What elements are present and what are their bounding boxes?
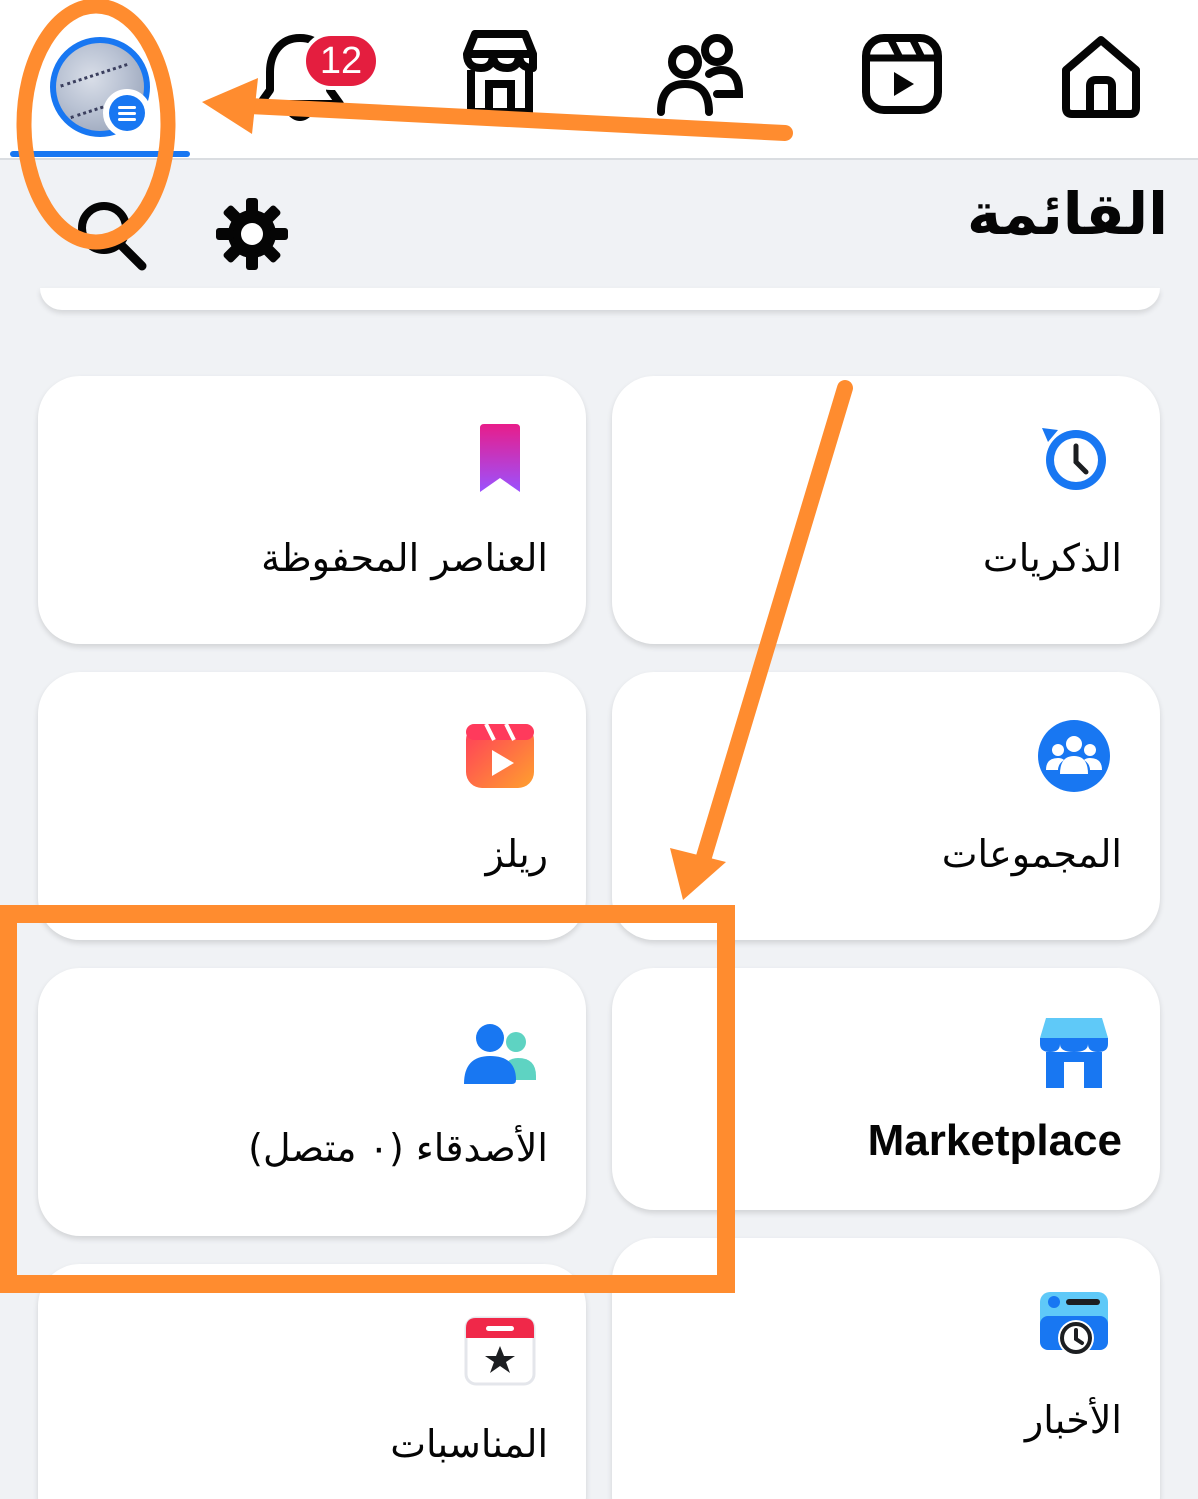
reels-icon xyxy=(466,723,534,788)
card-memories[interactable]: الذكريات xyxy=(612,376,1160,644)
groups-icon xyxy=(1038,720,1110,792)
calendar-star-icon xyxy=(464,1316,536,1386)
friends-icon xyxy=(657,34,744,116)
card-saved-items[interactable]: العناصر المحفوظة xyxy=(38,376,586,644)
facebook-menu-screen: 12 القائمة الذكريات العناصر المحفوظة الم… xyxy=(0,0,1198,1499)
card-label: ريلز xyxy=(485,832,548,876)
notifications-badge: 12 xyxy=(302,32,380,90)
bookmark-icon xyxy=(480,424,520,492)
top-navigation-bar: 12 xyxy=(0,0,1198,160)
card-groups[interactable]: المجموعات xyxy=(612,672,1160,940)
settings-button[interactable] xyxy=(214,196,290,272)
menu-lines-icon xyxy=(103,89,151,137)
shop-icon xyxy=(463,30,537,116)
home-icon xyxy=(1062,36,1140,118)
shortcuts-strip-edge xyxy=(40,288,1160,310)
video-icon xyxy=(862,34,942,114)
card-label: الذكريات xyxy=(982,536,1122,580)
gear-icon xyxy=(216,198,288,270)
card-marketplace[interactable]: Marketplace xyxy=(612,968,1160,1210)
card-reels[interactable]: ريلز xyxy=(38,672,586,940)
card-label: العناصر المحفوظة xyxy=(261,536,548,580)
page-title: القائمة xyxy=(966,180,1168,248)
tab-marketplace[interactable] xyxy=(445,20,595,150)
search-icon xyxy=(78,202,147,271)
card-label: الأخبار xyxy=(1024,1398,1122,1442)
card-feeds[interactable]: الأخبار xyxy=(612,1238,1160,1499)
tab-friends[interactable] xyxy=(645,20,795,150)
friends-icon xyxy=(464,1024,536,1084)
card-friends[interactable]: الأصدقاء (٠ متصل) xyxy=(38,968,586,1236)
memories-clock-icon xyxy=(1042,428,1106,490)
card-label: الأصدقاء (٠ متصل) xyxy=(248,1126,548,1170)
tab-menu[interactable] xyxy=(30,20,180,150)
tab-home[interactable] xyxy=(1046,20,1196,150)
tab-video[interactable] xyxy=(848,20,998,150)
card-label: Marketplace xyxy=(867,1116,1122,1165)
search-button[interactable] xyxy=(72,196,150,274)
card-events[interactable]: المناسبات xyxy=(38,1264,586,1499)
active-tab-indicator xyxy=(10,151,190,157)
card-label: المناسبات xyxy=(390,1422,548,1466)
card-label: المجموعات xyxy=(941,832,1122,876)
feeds-icon xyxy=(1040,1292,1108,1356)
marketplace-store-icon xyxy=(1040,1018,1108,1088)
